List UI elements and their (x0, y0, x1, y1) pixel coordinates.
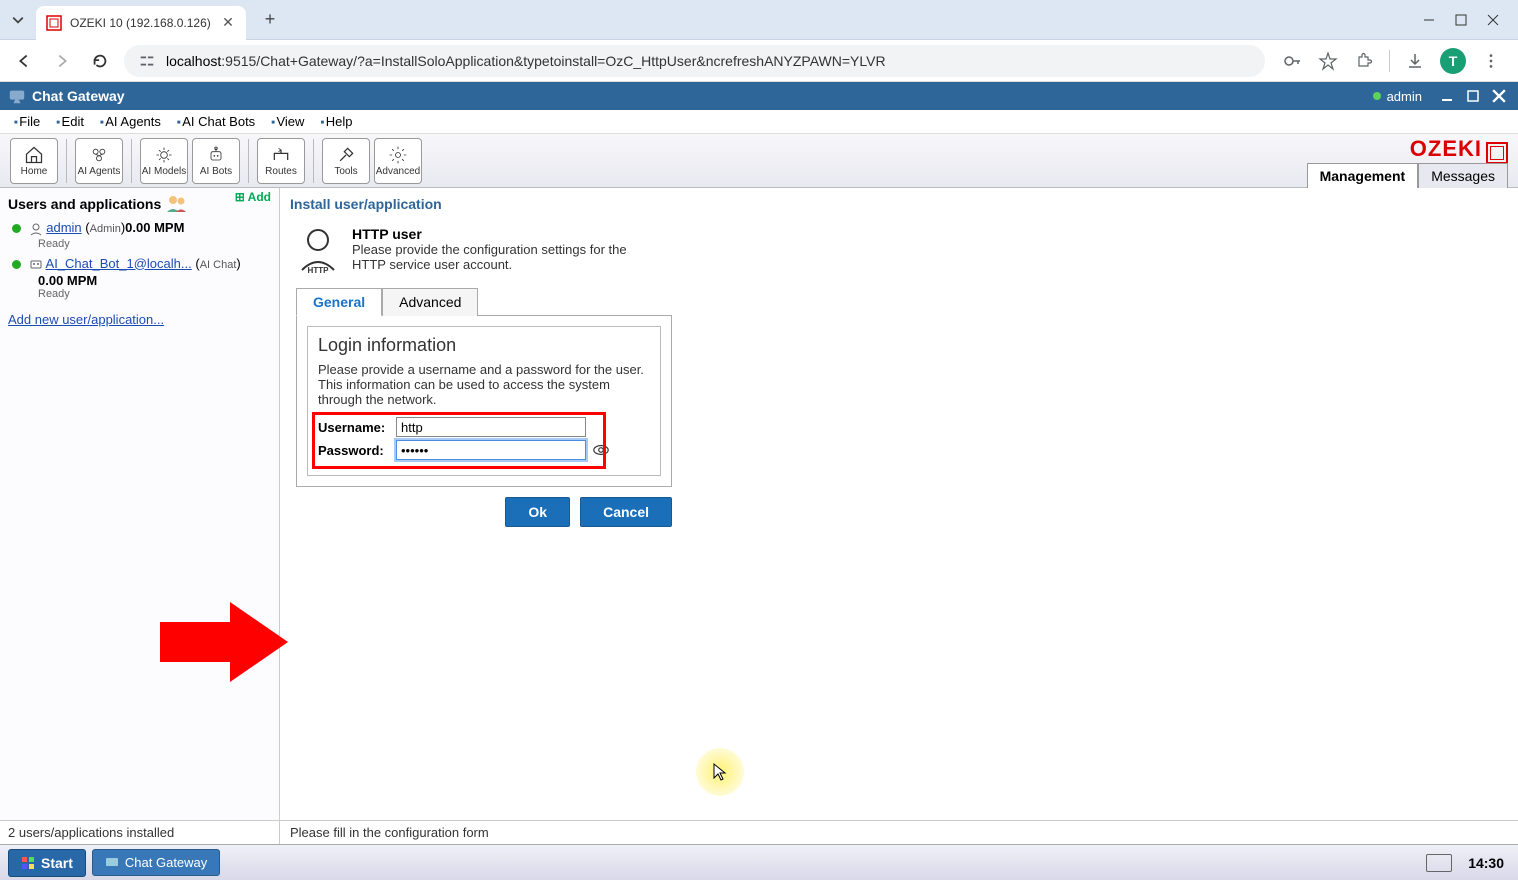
window-minimize-icon[interactable] (1422, 13, 1436, 27)
reload-button[interactable] (86, 47, 114, 75)
browser-nav-bar: localhost:9515/Chat+Gateway/?a=InstallSo… (0, 40, 1518, 82)
toolbar-ai-agents-button[interactable]: AI Agents (75, 138, 123, 184)
status-right: Please fill in the configuration form (280, 821, 499, 844)
toolbar-routes-button[interactable]: Routes (257, 138, 305, 184)
list-item[interactable]: AI_Chat_Bot_1@localh... (AI Chat) (12, 256, 271, 272)
field-description: Please provide a username and a password… (318, 362, 650, 407)
back-button[interactable] (10, 47, 38, 75)
app-title-bar: Chat Gateway admin (0, 82, 1518, 110)
menu-ai-agents[interactable]: AI Agents (92, 114, 169, 129)
start-button[interactable]: Start (8, 849, 86, 877)
menu-edit[interactable]: Edit (48, 114, 92, 129)
tab-title: OZEKI 10 (192.168.0.126) (70, 16, 212, 30)
sidebar-header: Users and applications (8, 194, 271, 214)
clock[interactable]: 14:30 (1468, 855, 1504, 871)
app-close-icon[interactable] (1488, 85, 1510, 107)
chat-icon (105, 856, 119, 870)
show-password-icon[interactable] (592, 441, 610, 459)
toolbar-ai-bots-button[interactable]: AI Bots (192, 138, 240, 184)
cursor-icon (712, 762, 728, 782)
menu-help[interactable]: Help (312, 114, 360, 129)
menu-ai-chat-bots[interactable]: AI Chat Bots (169, 114, 263, 129)
new-tab-button[interactable]: + (256, 6, 284, 34)
user-bot-link[interactable]: AI_Chat_Bot_1@localh... (46, 256, 192, 271)
status-dot-icon (12, 224, 21, 233)
user-icon (29, 222, 43, 236)
red-arrow-annotation (160, 602, 290, 682)
content-area: Install user/application HTTP HTTP user … (280, 188, 1518, 864)
menu-bar: File Edit AI Agents AI Chat Bots View He… (0, 110, 1518, 134)
status-dot-icon (1373, 92, 1381, 100)
tab-messages[interactable]: Messages (1418, 163, 1508, 188)
browser-tab-strip: OZEKI 10 (192.168.0.126) ✕ + (0, 0, 1518, 40)
install-description: Please provide the configuration setting… (352, 242, 662, 272)
toolbar-home-button[interactable]: Home (10, 138, 58, 184)
user-admin-link[interactable]: admin (46, 220, 81, 235)
browser-menu-icon[interactable] (1480, 50, 1502, 72)
fieldset-legend: Login information (318, 335, 650, 356)
mpm-value: 0.00 MPM (38, 273, 271, 288)
add-new-user-link[interactable]: Add new user/application... (8, 312, 271, 327)
tab-advanced[interactable]: Advanced (382, 288, 478, 316)
window-maximize-icon[interactable] (1454, 13, 1468, 27)
window-close-icon[interactable] (1486, 13, 1500, 27)
svg-text:HTTP: HTTP (308, 266, 330, 274)
page-title: Install user/application (290, 194, 1508, 220)
browser-tab[interactable]: OZEKI 10 (192.168.0.126) ✕ (36, 6, 246, 40)
username-label: Username: (318, 420, 390, 435)
site-settings-icon[interactable] (138, 52, 156, 70)
app-icon (8, 87, 26, 105)
cancel-button[interactable]: Cancel (580, 497, 672, 527)
toolbar-ai-models-button[interactable]: AI Models (140, 138, 188, 184)
start-icon (21, 856, 35, 870)
app-title: Chat Gateway (32, 88, 1373, 104)
brand-logo-icon (1486, 142, 1508, 164)
forward-button[interactable] (48, 47, 76, 75)
sidebar: Users and applications Add admin (Admin)… (0, 188, 280, 864)
login-fieldset: Login information Please provide a usern… (307, 326, 661, 476)
toolbar-advanced-button[interactable]: Advanced (374, 138, 422, 184)
url-text: localhost:9515/Chat+Gateway/?a=InstallSo… (166, 53, 886, 69)
password-key-icon[interactable] (1281, 50, 1303, 72)
tab-general[interactable]: General (296, 288, 382, 316)
http-user-icon: HTTP (296, 226, 340, 274)
install-title: HTTP user (352, 226, 662, 242)
profile-avatar[interactable]: T (1440, 48, 1466, 74)
keyboard-icon[interactable] (1426, 854, 1452, 872)
password-input[interactable] (396, 440, 586, 460)
tab-close-icon[interactable]: ✕ (220, 15, 236, 31)
status-dot-icon (12, 260, 21, 269)
tab-management[interactable]: Management (1307, 163, 1419, 188)
status-ready: Ready (38, 288, 271, 300)
ok-button[interactable]: Ok (505, 497, 570, 527)
tab-search-dropdown[interactable] (8, 10, 28, 30)
bot-icon (29, 257, 43, 271)
bookmark-star-icon[interactable] (1317, 50, 1339, 72)
list-item[interactable]: admin (Admin)0.00 MPM (12, 220, 271, 236)
status-bar: 2 users/applications installed Please fi… (0, 820, 1518, 844)
tab-favicon-icon (46, 15, 62, 31)
menu-file[interactable]: File (6, 114, 48, 129)
address-bar[interactable]: localhost:9515/Chat+Gateway/?a=InstallSo… (124, 45, 1265, 77)
add-link[interactable]: Add (235, 190, 271, 204)
username-input[interactable] (396, 417, 586, 437)
downloads-icon[interactable] (1404, 50, 1426, 72)
toolbar: Home AI Agents AI Models AI Bots Routes … (0, 134, 1518, 188)
status-left: 2 users/applications installed (0, 821, 280, 844)
cursor-highlight (696, 748, 744, 796)
taskbar: Start Chat Gateway 14:30 (0, 844, 1518, 880)
toolbar-tools-button[interactable]: Tools (322, 138, 370, 184)
app-minimize-icon[interactable] (1436, 85, 1458, 107)
menu-view[interactable]: View (263, 114, 312, 129)
status-ready: Ready (38, 238, 271, 250)
extensions-icon[interactable] (1353, 50, 1375, 72)
app-maximize-icon[interactable] (1462, 85, 1484, 107)
admin-indicator[interactable]: admin (1373, 89, 1422, 104)
taskbar-item-chat-gateway[interactable]: Chat Gateway (92, 849, 220, 876)
password-label: Password: (318, 443, 390, 458)
users-icon (165, 194, 189, 214)
